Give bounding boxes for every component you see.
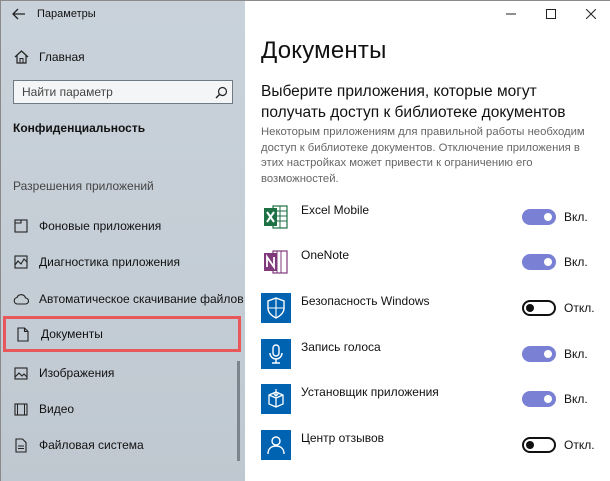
search-input[interactable]: Найти параметр <box>13 80 233 104</box>
minimize-icon <box>506 13 516 15</box>
group-title: Разрешения приложений <box>13 179 154 193</box>
search-placeholder: Найти параметр <box>22 85 113 99</box>
app-name: Установщик приложения <box>301 385 439 399</box>
sidebar-item-label: Файловая система <box>39 438 144 452</box>
app-toggle[interactable] <box>522 346 556 362</box>
close-icon <box>586 9 596 19</box>
onenote-icon <box>261 247 291 277</box>
sidebar-item-label: Главная <box>39 50 85 64</box>
excel-icon <box>261 202 291 232</box>
settings-window: Параметры Главная Найти параметр Конфиде… <box>0 0 610 481</box>
sidebar-scrollbar[interactable] <box>237 361 240 461</box>
search-icon[interactable] <box>210 86 232 99</box>
file-system-icon <box>13 437 29 453</box>
window-controls <box>491 1 610 27</box>
app-toggle[interactable] <box>522 300 556 316</box>
sidebar-item-images[interactable]: Изображения <box>1 355 245 391</box>
arrow-left-icon <box>12 8 25 20</box>
section-title: Конфиденциальность <box>13 121 146 135</box>
app-row-onenote: OneNote Вкл. <box>261 245 601 279</box>
sidebar-item-label: Фоновые приложения <box>39 219 162 233</box>
sidebar-item-label: Документы <box>41 327 103 341</box>
sidebar-item-video[interactable]: Видео <box>1 391 245 427</box>
toggle-state-label: Вкл. <box>564 255 588 269</box>
page-title: Документы <box>261 37 387 64</box>
document-icon <box>15 326 31 342</box>
sidebar-item-label: Автоматическое скачивание файлов <box>39 292 244 306</box>
app-row-windows-security: Безопасность Windows Откл. <box>261 291 601 325</box>
toggle-state-label: Откл. <box>564 438 595 452</box>
sidebar-item-file-system[interactable]: Файловая система <box>1 427 245 463</box>
toggle-state-label: Вкл. <box>564 392 588 406</box>
app-row-feedback-hub: Центр отзывов Откл. <box>261 428 601 462</box>
app-name: Безопасность Windows <box>301 294 430 308</box>
toggle-state-label: Вкл. <box>564 347 588 361</box>
cloud-icon <box>13 291 29 307</box>
window-title: Параметры <box>37 8 96 20</box>
toggle-state-label: Откл. <box>564 301 595 315</box>
sidebar-item-background-apps[interactable]: Фоновые приложения <box>1 208 245 244</box>
image-icon <box>13 365 29 381</box>
sidebar-item-diagnostics[interactable]: Диагностика приложения <box>1 244 245 280</box>
feedback-icon <box>261 430 291 460</box>
app-toggle[interactable] <box>522 209 556 225</box>
installer-icon <box>261 384 291 414</box>
sidebar-item-label: Диагностика приложения <box>39 255 180 269</box>
sidebar-item-auto-download[interactable]: Автоматическое скачивание файлов <box>1 281 245 317</box>
sidebar-item-home[interactable]: Главная <box>1 43 245 71</box>
description-text: Некоторым приложениям для правильной раб… <box>261 126 585 185</box>
app-toggle[interactable] <box>522 391 556 407</box>
video-icon <box>13 401 29 417</box>
back-button[interactable] <box>1 1 37 27</box>
minimize-button[interactable] <box>491 1 531 27</box>
shield-icon <box>261 293 291 323</box>
background-apps-icon <box>13 218 29 234</box>
toggle-state-label: Вкл. <box>564 210 588 224</box>
close-button[interactable] <box>571 1 610 27</box>
maximize-button[interactable] <box>531 1 571 27</box>
maximize-icon <box>546 9 556 19</box>
microphone-icon <box>261 339 291 369</box>
app-toggle[interactable] <box>522 437 556 453</box>
app-row-excel: Excel Mobile Вкл. <box>261 200 601 234</box>
sidebar: Параметры Главная Найти параметр Конфиде… <box>1 1 245 481</box>
section-heading: Выберите приложения, которые могут получ… <box>261 83 566 121</box>
sidebar-item-label: Видео <box>39 402 75 416</box>
sidebar-item-label: Изображения <box>39 366 115 380</box>
app-name: OneNote <box>301 248 350 262</box>
sidebar-item-documents[interactable]: Документы <box>3 316 241 352</box>
title-bar: Параметры <box>1 1 245 27</box>
app-name: Центр отзывов <box>301 431 385 445</box>
app-name: Excel Mobile <box>301 203 370 217</box>
home-icon <box>13 49 29 65</box>
app-toggle[interactable] <box>522 254 556 270</box>
app-row-voice-recorder: Запись голоса Вкл. <box>261 337 601 371</box>
diagnostics-icon <box>13 254 29 270</box>
app-row-app-installer: Установщик приложения Вкл. <box>261 382 601 416</box>
main-panel: Документы Выберите приложения, которые м… <box>245 1 610 481</box>
app-name: Запись голоса <box>301 340 381 354</box>
